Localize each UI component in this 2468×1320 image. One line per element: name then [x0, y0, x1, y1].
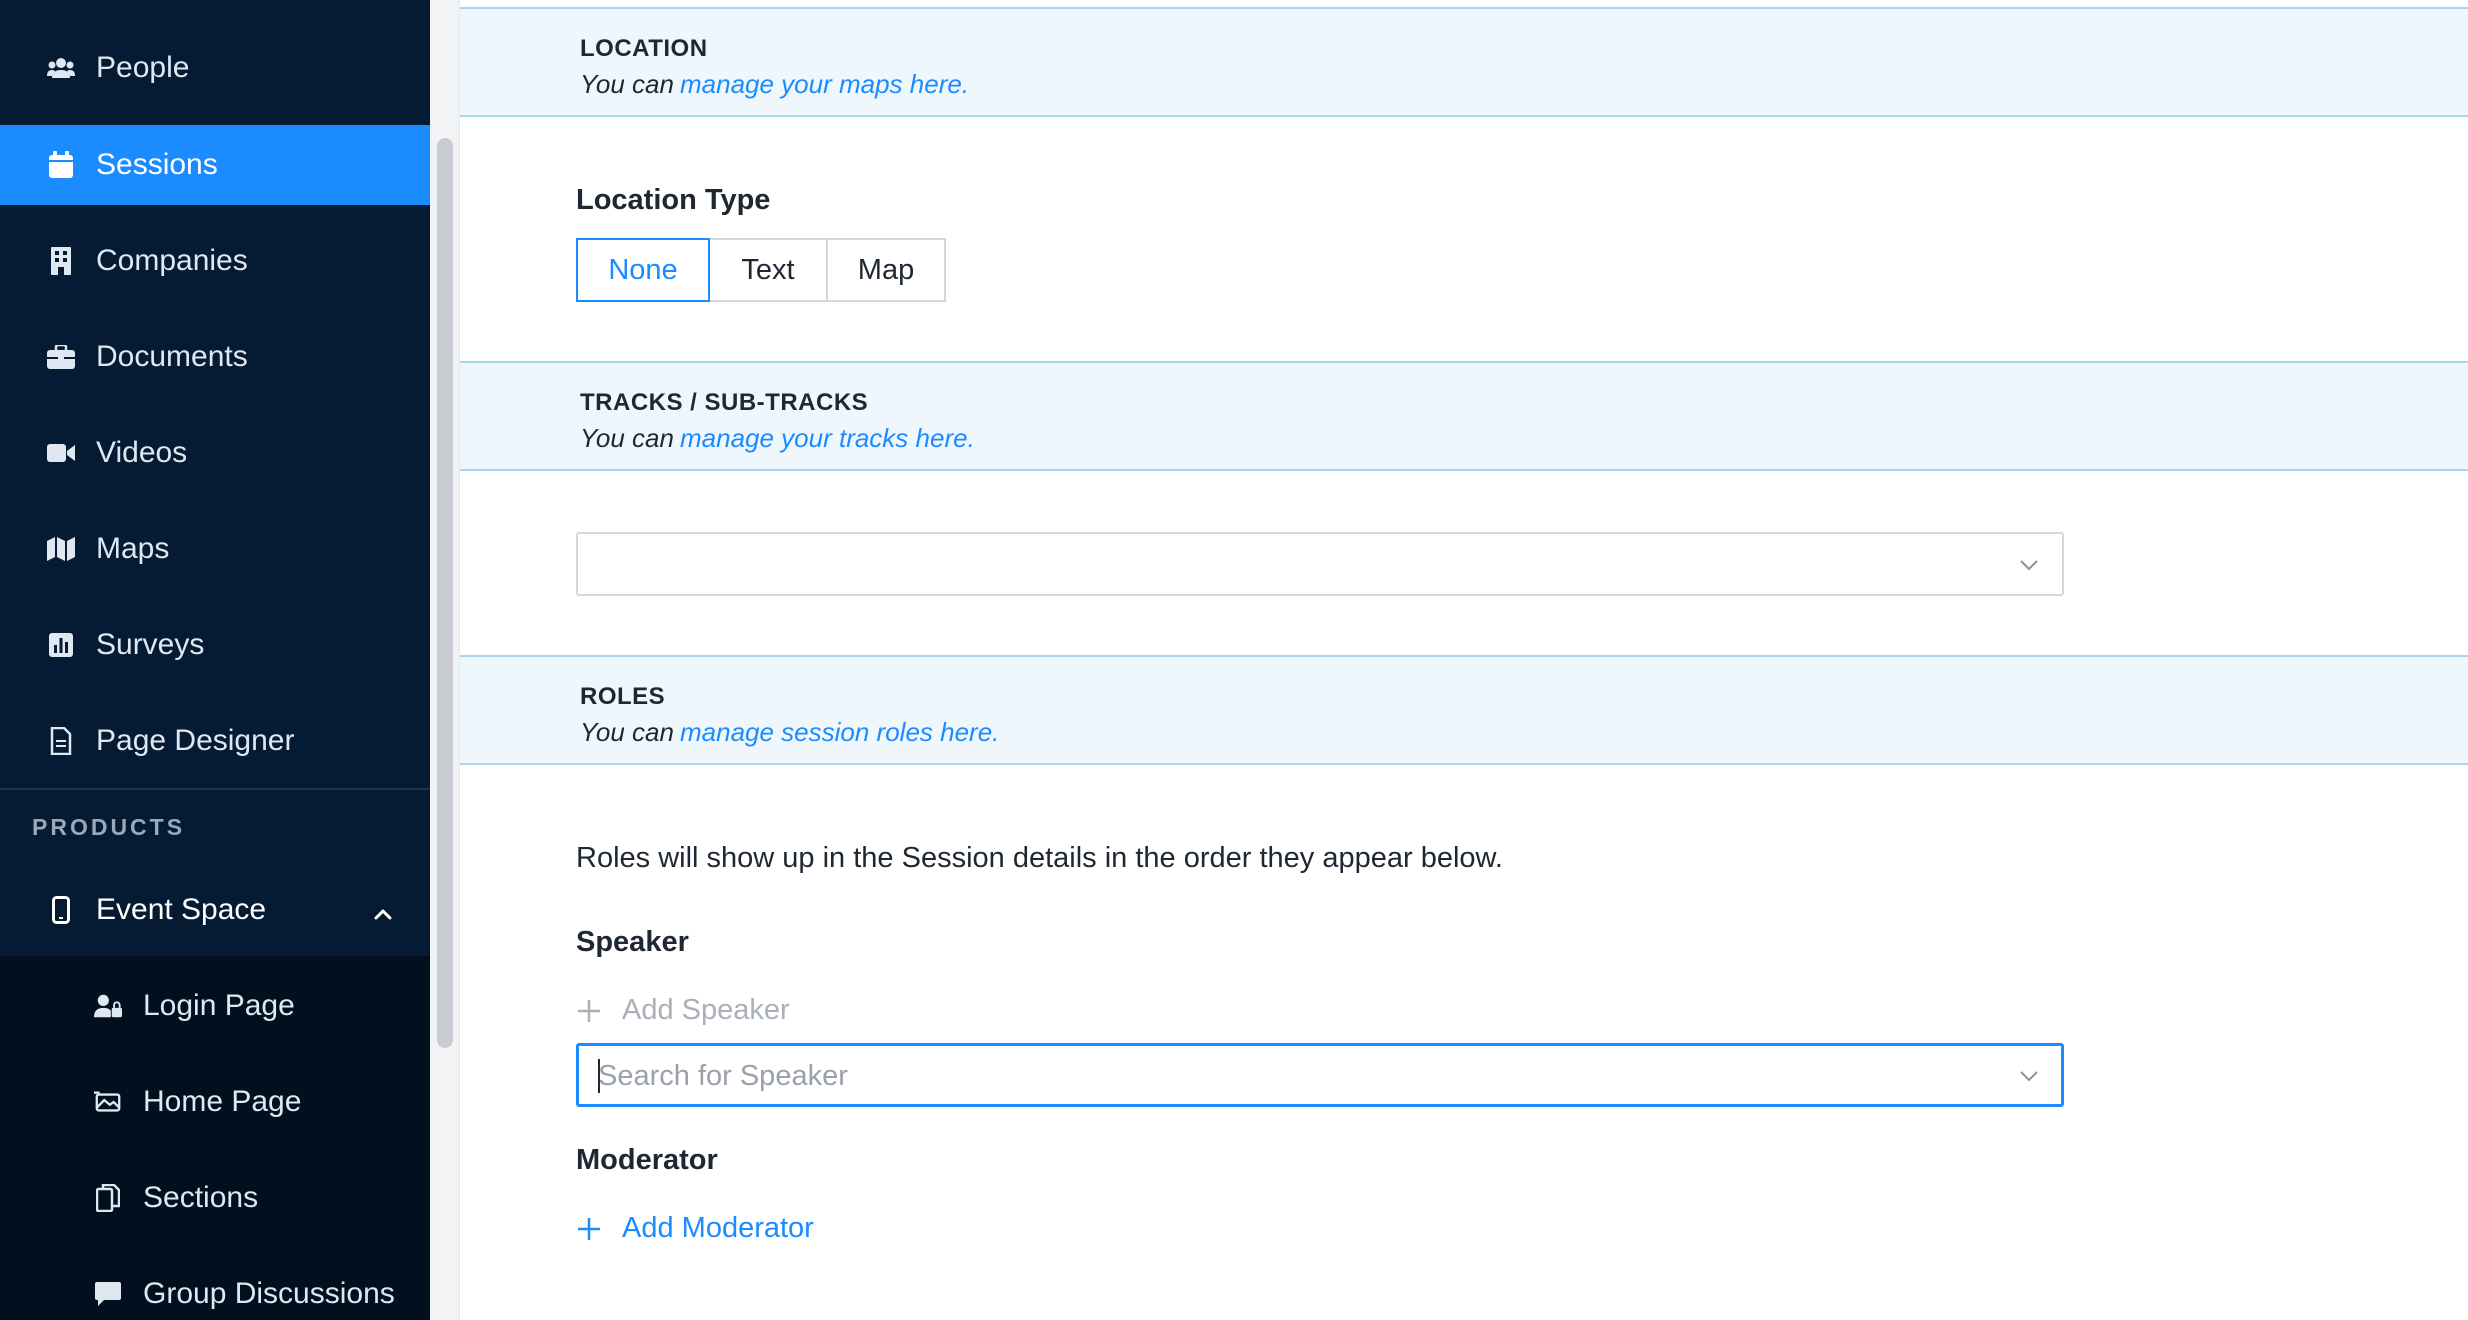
- building-icon: [47, 247, 75, 275]
- home-page-icon: [94, 1088, 122, 1116]
- comment-icon: [94, 1280, 122, 1308]
- location-type-map-option[interactable]: Map: [826, 238, 946, 302]
- location-type-text-option[interactable]: Text: [708, 238, 828, 302]
- tracks-subtitle-prefix: You can: [580, 423, 674, 453]
- copy-icon: [94, 1184, 122, 1212]
- sidebar-item-companies[interactable]: Companies: [0, 221, 430, 301]
- add-speaker-button[interactable]: Add Speaker: [576, 994, 790, 1027]
- location-subtitle-prefix: You can: [580, 69, 674, 99]
- mobile-icon: [47, 896, 75, 924]
- chevron-down-icon: [2018, 1065, 2040, 1087]
- sidebar-item-label: Login Page: [143, 989, 295, 1022]
- add-speaker-label: Add Speaker: [622, 994, 790, 1026]
- tracks-header: TRACKS / SUB-TRACKS You can manage your t…: [460, 361, 2468, 471]
- location-title: LOCATION: [580, 35, 708, 62]
- manage-roles-link[interactable]: manage session roles here.: [680, 717, 999, 747]
- location-type-label: Location Type: [576, 184, 771, 216]
- sidebar-item-label: Group Discussions: [143, 1277, 395, 1310]
- sidebar-divider: [0, 788, 430, 790]
- roles-title: ROLES: [580, 683, 666, 710]
- sidebar-subitem-login-page[interactable]: Login Page: [0, 966, 430, 1046]
- plus-icon: [576, 998, 602, 1024]
- tracks-select[interactable]: [576, 532, 2064, 596]
- roles-header: ROLES You can manage session roles here.: [460, 655, 2468, 765]
- sidebar-item-label: Videos: [96, 436, 188, 469]
- sidebar-item-sessions[interactable]: Sessions: [0, 125, 430, 205]
- sidebar-item-people[interactable]: People: [0, 28, 430, 108]
- manage-tracks-link[interactable]: manage your tracks here.: [680, 423, 975, 453]
- tracks-subtitle: You can manage your tracks here.: [580, 423, 975, 454]
- sidebar-scrollbar-thumb[interactable]: [437, 138, 453, 1048]
- user-lock-icon: [94, 992, 122, 1020]
- sidebar-subitem-home-page[interactable]: Home Page: [0, 1062, 430, 1142]
- sidebar-item-label: Page Designer: [96, 724, 295, 757]
- location-header: LOCATION You can manage your maps here.: [460, 7, 2468, 117]
- sidebar-item-label: Home Page: [143, 1085, 302, 1118]
- sidebar-item-label: Companies: [96, 244, 248, 277]
- location-type-none-option[interactable]: None: [576, 238, 710, 302]
- sidebar-item-label: Sessions: [96, 148, 218, 181]
- sidebar-item-event-space[interactable]: Event Space: [0, 870, 430, 950]
- moderator-label: Moderator: [576, 1144, 718, 1176]
- main-content: LOCATION You can manage your maps here. L…: [460, 0, 2468, 1320]
- location-subtitle: You can manage your maps here.: [580, 69, 969, 100]
- sidebar-item-videos[interactable]: Videos: [0, 413, 430, 493]
- chart-icon: [47, 631, 75, 659]
- file-icon: [47, 727, 75, 755]
- add-moderator-label: Add Moderator: [622, 1212, 814, 1244]
- calendar-icon: [47, 151, 75, 179]
- sidebar: People Sessions Companies Documents Vide…: [0, 0, 430, 1320]
- video-icon: [47, 439, 75, 467]
- text-cursor: [598, 1059, 600, 1093]
- chevron-down-icon: [2018, 554, 2040, 576]
- sidebar-item-label: Event Space: [96, 893, 267, 926]
- roles-subtitle: You can manage session roles here.: [580, 717, 999, 748]
- roles-description: Roles will show up in the Session detail…: [576, 842, 1503, 874]
- sidebar-subitem-sections[interactable]: Sections: [0, 1158, 430, 1238]
- sidebar-item-label: Maps: [96, 532, 170, 565]
- sidebar-subitem-group-discussions[interactable]: Group Discussions: [0, 1254, 430, 1320]
- sidebar-item-documents[interactable]: Documents: [0, 317, 430, 397]
- sidebar-item-label: People: [96, 51, 190, 84]
- location-type-selector: None Text Map: [576, 238, 946, 302]
- speaker-search-input[interactable]: [598, 1055, 1978, 1097]
- briefcase-icon: [47, 343, 75, 371]
- sidebar-item-page-designer[interactable]: Page Designer: [0, 701, 430, 781]
- sidebar-item-label: Documents: [96, 340, 248, 373]
- sidebar-item-label: Sections: [143, 1181, 259, 1214]
- tracks-title: TRACKS / SUB-TRACKS: [580, 389, 869, 416]
- manage-maps-link[interactable]: manage your maps here.: [680, 69, 969, 99]
- speaker-label: Speaker: [576, 926, 689, 958]
- plus-icon: [576, 1216, 602, 1242]
- users-icon: [47, 54, 75, 82]
- speaker-search-select[interactable]: [576, 1043, 2064, 1107]
- roles-subtitle-prefix: You can: [580, 717, 674, 747]
- add-moderator-button[interactable]: Add Moderator: [576, 1212, 814, 1245]
- chevron-up-icon[interactable]: [372, 899, 394, 921]
- sidebar-item-surveys[interactable]: Surveys: [0, 605, 430, 685]
- map-icon: [47, 535, 75, 563]
- sidebar-section-title: PRODUCTS: [32, 814, 186, 840]
- sidebar-item-maps[interactable]: Maps: [0, 509, 430, 589]
- sidebar-item-label: Surveys: [96, 628, 205, 661]
